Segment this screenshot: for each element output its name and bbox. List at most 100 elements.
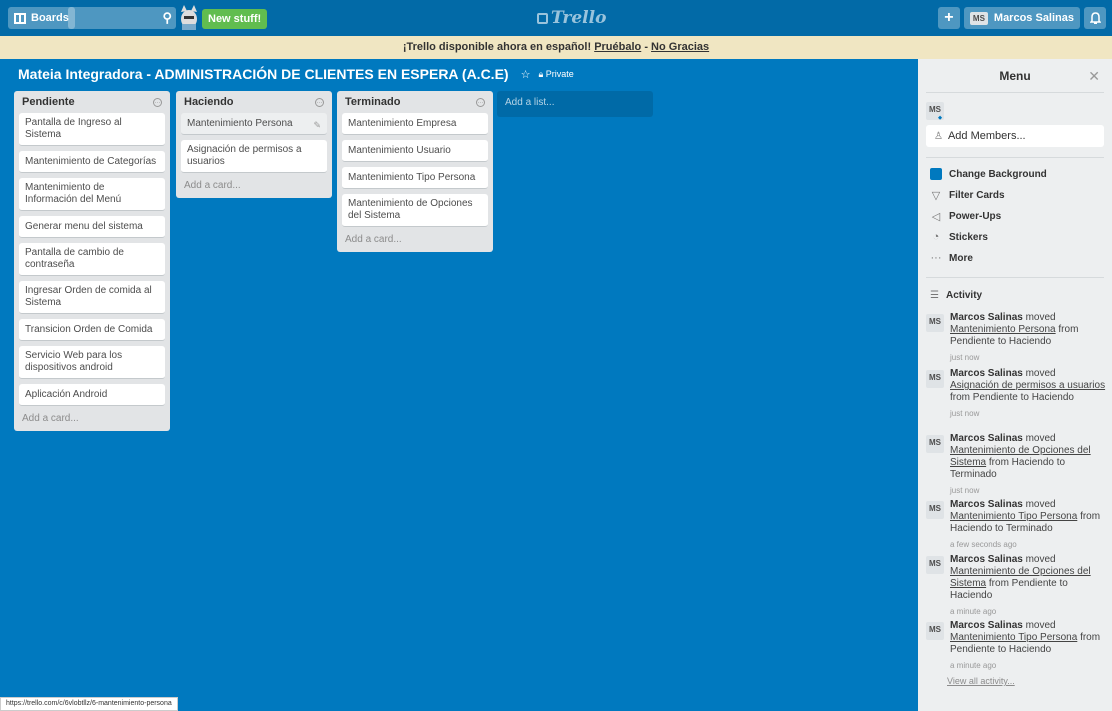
list-title[interactable]: Pendiente <box>22 96 75 108</box>
dismiss-banner-link[interactable]: No Gracias <box>651 41 709 53</box>
list-menu-icon[interactable]: … <box>153 97 162 107</box>
close-icon[interactable]: ✕ <box>1088 59 1100 93</box>
activity-card-link[interactable]: Mantenimiento Persona <box>950 324 1056 335</box>
member-avatar[interactable]: MS <box>926 101 944 121</box>
list-title[interactable]: Terminado <box>345 96 400 108</box>
person-icon: ♙ <box>934 130 943 142</box>
add-members-button[interactable]: ♙ Add Members... <box>926 125 1104 147</box>
search-icon[interactable]: ⚲ <box>162 10 172 26</box>
activity-text: Marcos Salinas moved Mantenimiento Tipo … <box>950 499 1106 551</box>
card[interactable]: Mantenimiento de Información del Menú <box>19 178 165 211</box>
star-icon[interactable]: ☆ <box>521 68 531 81</box>
sidebar-title: Menu <box>999 69 1031 83</box>
activity-time[interactable]: a minute ago <box>950 606 1106 618</box>
activity-user[interactable]: Marcos Salinas <box>950 499 1023 510</box>
list-menu-icon[interactable]: … <box>476 97 485 107</box>
list-haciendo: Haciendo … Mantenimiento Persona ✎ Asignació… <box>176 91 332 198</box>
sidebar-item-power-ups[interactable]: ◁ Power-Ups <box>930 208 1001 224</box>
filter-icon: ▽ <box>931 189 941 202</box>
activity-card-link[interactable]: Mantenimiento Tipo Persona <box>950 632 1077 643</box>
activity-icon: ☰ <box>930 290 939 301</box>
activity-verb: moved <box>1025 554 1056 565</box>
card[interactable]: Asignación de permisos a usuarios <box>181 140 327 173</box>
visibility-button[interactable]: 🔒︎ Private <box>538 69 573 80</box>
activity-user[interactable]: Marcos Salinas <box>950 620 1023 631</box>
list-menu-icon[interactable]: … <box>315 97 324 107</box>
sidebar-item-filter-cards[interactable]: ▽ Filter Cards <box>930 187 1005 203</box>
activity-user[interactable]: Marcos Salinas <box>950 554 1023 565</box>
activity-time[interactable]: just now <box>950 352 1106 364</box>
card[interactable]: Generar menu del sistema <box>19 216 165 238</box>
activity-user[interactable]: Marcos Salinas <box>950 433 1023 444</box>
card[interactable]: Mantenimiento de Categorías <box>19 151 165 173</box>
add-card-button[interactable]: Add a card... <box>181 178 327 193</box>
board-title[interactable]: Mateia Integradora - ADMINISTRACIÓN DE C… <box>18 66 509 82</box>
activity-item: MS Marcos Salinas moved Mantenimiento Per… <box>926 312 1106 364</box>
avatar[interactable]: MS <box>926 370 944 388</box>
activity-user[interactable]: Marcos Salinas <box>950 368 1023 379</box>
avatar[interactable]: MS <box>926 435 944 453</box>
card-title: Mantenimiento Usuario <box>348 144 451 156</box>
card[interactable]: Pantalla de Ingreso al Sistema <box>19 113 165 146</box>
try-spanish-link[interactable]: Pruébalo <box>594 41 641 53</box>
search-input[interactable]: ⚲ <box>68 7 176 29</box>
activity-item: MS Marcos Salinas moved Mantenimiento de … <box>926 554 1106 618</box>
card[interactable]: Transicion Orden de Comida <box>19 319 165 341</box>
card-title: Generar menu del sistema <box>25 220 143 232</box>
activity-card-link[interactable]: Mantenimiento Tipo Persona <box>950 511 1077 522</box>
card[interactable]: Pantalla de cambio de contraseña <box>19 243 165 276</box>
avatar[interactable]: MS <box>926 314 944 332</box>
new-stuff-button[interactable]: New stuff! <box>202 9 268 29</box>
card-title: Transicion Orden de Comida <box>25 323 153 335</box>
boards-button[interactable]: Boards <box>8 7 75 29</box>
card[interactable]: Mantenimiento Empresa <box>342 113 488 135</box>
card[interactable]: Ingresar Orden de comida al Sistema <box>19 281 165 314</box>
background-swatch-icon <box>930 168 942 180</box>
card-title: Mantenimiento Empresa <box>348 117 457 129</box>
add-card-button[interactable]: Add a card... <box>342 232 488 247</box>
user-name: Marcos Salinas <box>993 12 1074 24</box>
activity-item: MS Marcos Salinas moved Asignación de per… <box>926 368 1106 420</box>
create-button[interactable]: + <box>937 7 960 29</box>
user-menu-button[interactable]: MS Marcos Salinas <box>963 7 1080 29</box>
card-title: Mantenimiento de Información del Menú <box>25 182 122 205</box>
sidebar-item-more[interactable]: ··· More <box>930 250 973 266</box>
activity-text: Marcos Salinas moved Mantenimiento Tipo … <box>950 620 1106 672</box>
card[interactable]: Mantenimiento de Opciones del Sistema <box>342 194 488 227</box>
activity-card-link[interactable]: Asignación de permisos a usuarios <box>950 380 1105 391</box>
avatar: MS <box>926 102 944 121</box>
card[interactable]: Mantenimiento Tipo Persona <box>342 167 488 189</box>
card[interactable]: Mantenimiento Persona ✎ <box>181 113 327 135</box>
avatar[interactable]: MS <box>926 556 944 574</box>
card[interactable]: Servicio Web para los dispositivos andro… <box>19 346 165 379</box>
sidebar-item-change-background[interactable]: Change Background <box>930 166 1047 182</box>
taco-mascot-icon[interactable] <box>178 4 200 32</box>
list-header: Terminado … <box>342 91 488 113</box>
add-members-label: Add Members... <box>947 130 1026 142</box>
add-list-button[interactable]: Add a list... <box>497 91 653 117</box>
view-all-activity-link[interactable]: View all activity... <box>947 676 1015 686</box>
card-title: Mantenimiento de Opciones del Sistema <box>348 198 473 221</box>
activity-time[interactable]: just now <box>950 485 1106 497</box>
edit-pencil-icon[interactable]: ✎ <box>313 119 321 131</box>
activity-verb: moved <box>1025 433 1056 444</box>
card[interactable]: Mantenimiento Usuario <box>342 140 488 162</box>
card[interactable]: Aplicación Android <box>19 384 165 406</box>
sidebar-item-stickers[interactable]: ◔ Stickers <box>930 229 988 245</box>
activity-text: Marcos Salinas moved Mantenimiento de Op… <box>950 554 1106 618</box>
add-card-button[interactable]: Add a card... <box>19 411 165 426</box>
notifications-button[interactable] <box>1084 7 1106 29</box>
status-url: https://trello.com/c/6vlobtllz/6-manteni… <box>0 697 178 711</box>
activity-time[interactable]: a few seconds ago <box>950 539 1106 551</box>
sidebar-header: Menu ✕ <box>926 59 1104 93</box>
list-title[interactable]: Haciendo <box>184 96 234 108</box>
avatar[interactable]: MS <box>926 622 944 640</box>
activity-text: Marcos Salinas moved Mantenimiento de Op… <box>950 433 1106 497</box>
avatar[interactable]: MS <box>926 501 944 519</box>
activity-user[interactable]: Marcos Salinas <box>950 312 1023 323</box>
activity-time[interactable]: a minute ago <box>950 660 1106 672</box>
trello-logo[interactable]: Trello <box>537 8 606 28</box>
activity-text: Marcos Salinas moved Mantenimiento Perso… <box>950 312 1106 364</box>
card-title: Mantenimiento de Categorías <box>25 155 157 167</box>
activity-time[interactable]: just now <box>950 408 1106 420</box>
